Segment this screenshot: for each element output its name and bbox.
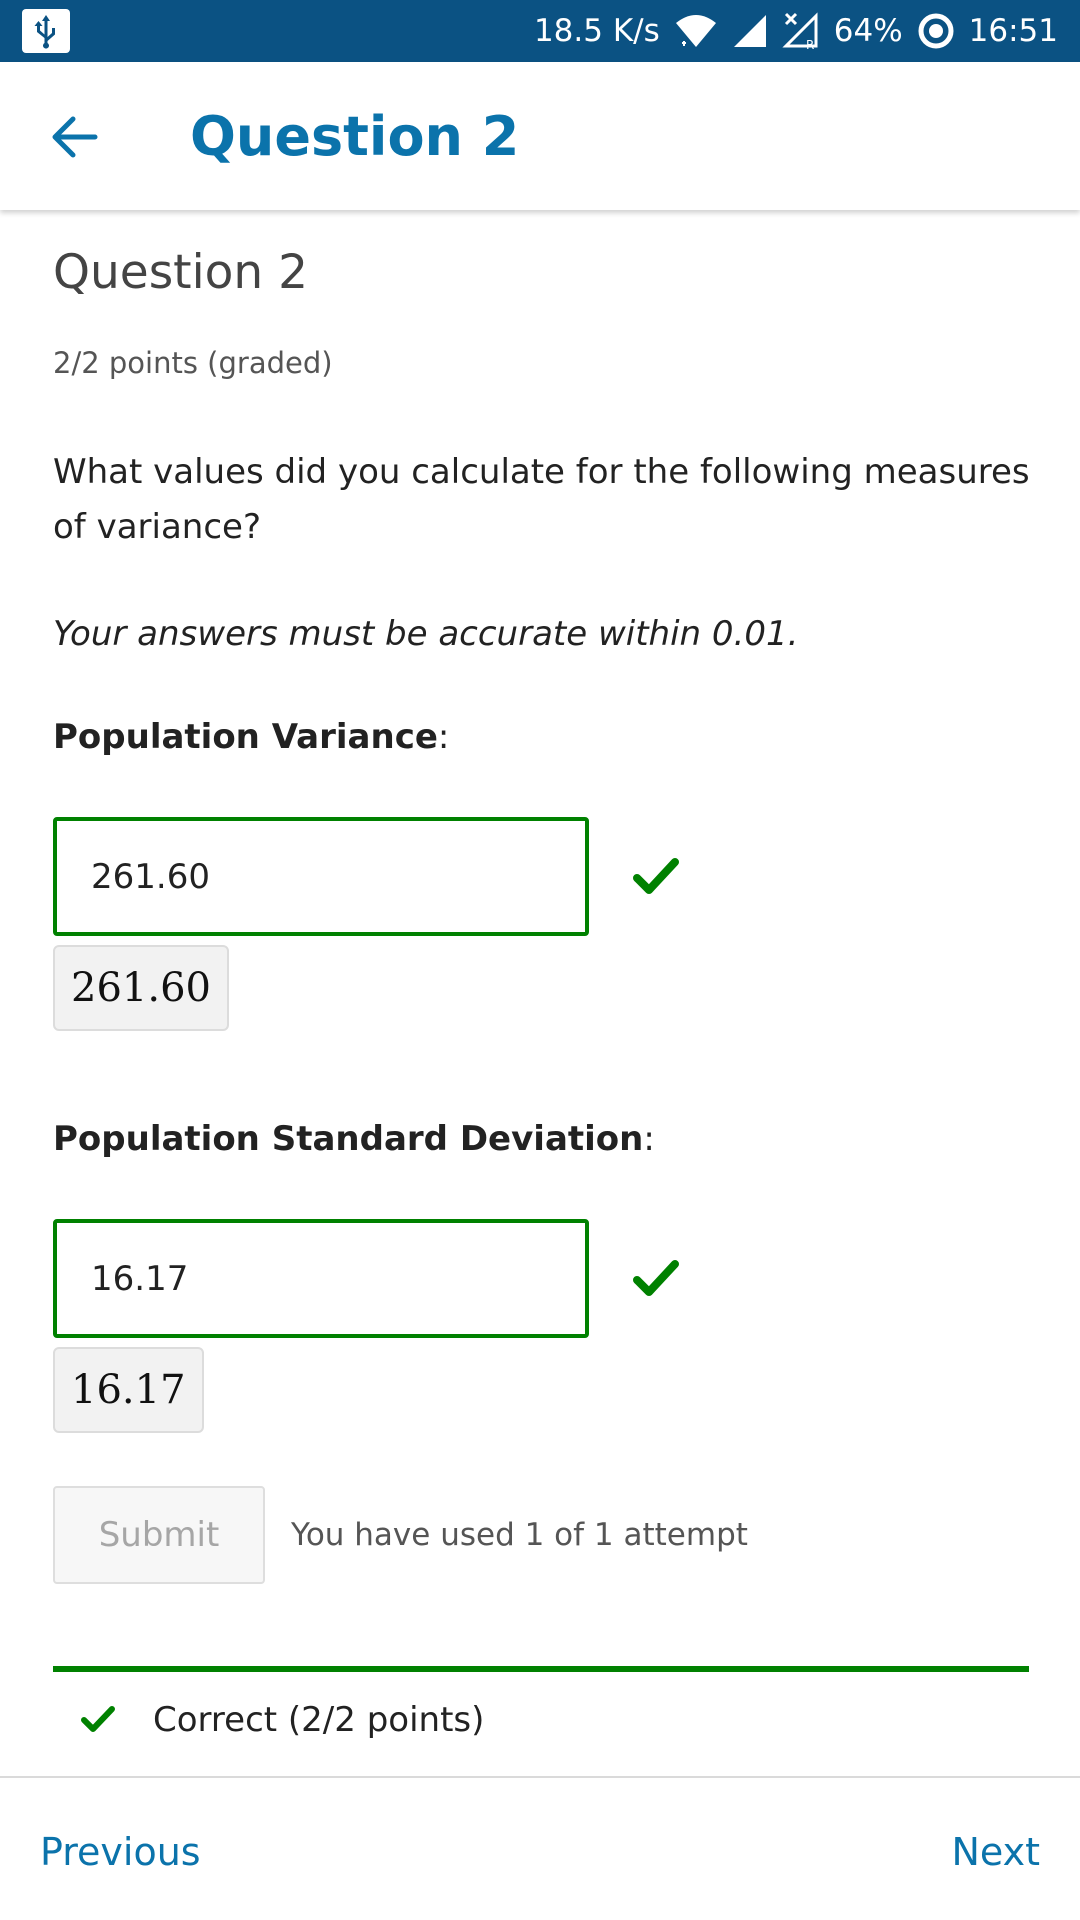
clock: 16:51 bbox=[968, 13, 1058, 49]
population-std-dev-preview: 16.17 bbox=[53, 1347, 204, 1433]
sync-icon bbox=[917, 12, 955, 50]
feedback-divider bbox=[53, 1666, 1029, 1672]
population-std-dev-label: Population Standard Deviation: bbox=[53, 1112, 655, 1167]
arrow-back-icon bbox=[52, 116, 98, 158]
wifi-icon bbox=[674, 13, 718, 49]
field-label-suffix: : bbox=[643, 1119, 655, 1159]
back-button[interactable] bbox=[40, 102, 110, 172]
points-graded: 2/2 points (graded) bbox=[53, 346, 333, 380]
problem-prompt: What values did you calculate for the fo… bbox=[53, 452, 1030, 547]
app-bar-title: Question 2 bbox=[190, 105, 520, 168]
population-variance-input[interactable] bbox=[53, 817, 589, 936]
population-variance-preview: 261.60 bbox=[53, 945, 229, 1031]
previous-button[interactable]: Previous bbox=[40, 1826, 201, 1878]
submit-button[interactable]: Submit bbox=[53, 1486, 265, 1584]
usb-icon bbox=[22, 9, 70, 53]
accuracy-note: Your answers must be accurate within 0.0… bbox=[53, 614, 799, 654]
problem-title: Question 2 bbox=[53, 245, 309, 300]
population-std-dev-input[interactable] bbox=[53, 1219, 589, 1338]
signal-icon bbox=[732, 13, 768, 49]
correct-check-icon bbox=[633, 1260, 679, 1296]
field-label-text: Population Variance bbox=[53, 717, 438, 757]
battery-percent: 64% bbox=[833, 13, 903, 49]
feedback-message: Correct (2/2 points) bbox=[153, 1700, 485, 1740]
population-variance-label: Population Variance: bbox=[53, 710, 449, 765]
app-bar: Question 2 bbox=[0, 62, 1080, 210]
field-label-suffix: : bbox=[437, 717, 450, 757]
correct-check-icon bbox=[81, 1706, 115, 1732]
status-bar: 18.5 K/s R 64% 16:51 bbox=[0, 0, 1080, 62]
network-speed: 18.5 K/s bbox=[533, 13, 660, 49]
no-signal-roaming-icon: R bbox=[782, 12, 820, 50]
attempts-text: You have used 1 of 1 attempt bbox=[291, 1517, 748, 1553]
correct-check-icon bbox=[633, 858, 679, 894]
svg-text:R: R bbox=[806, 38, 814, 50]
bottom-navigation: Previous Next bbox=[0, 1776, 1080, 1920]
next-button[interactable]: Next bbox=[951, 1826, 1040, 1878]
field-label-text: Population Standard Deviation bbox=[53, 1119, 644, 1159]
